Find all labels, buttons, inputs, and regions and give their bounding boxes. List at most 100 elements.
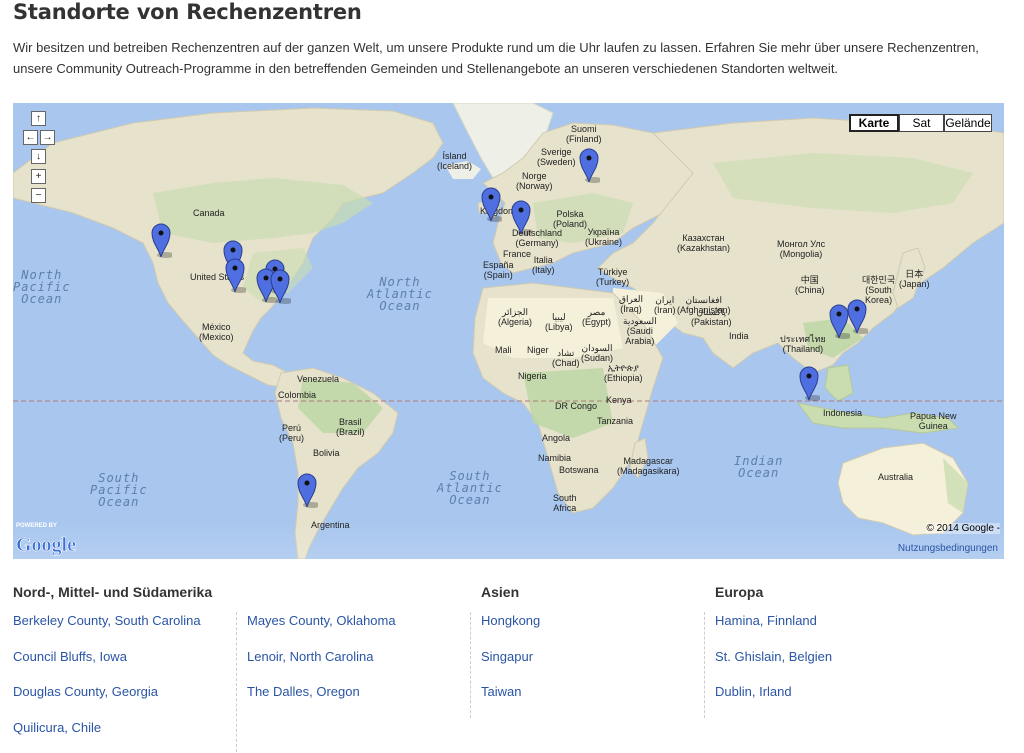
europe-column: Hamina, Finnland St. Ghislain, Belgien D… bbox=[715, 610, 832, 717]
label-chad: تشاد (Chad) bbox=[552, 348, 580, 368]
label-papua: Papua New Guinea bbox=[910, 411, 957, 431]
location-link[interactable]: Hamina, Finnland bbox=[715, 610, 832, 646]
column-divider bbox=[470, 612, 471, 718]
location-link[interactable]: Council Bluffs, Iowa bbox=[13, 646, 201, 682]
location-link[interactable]: Taiwan bbox=[481, 681, 540, 717]
map-marker[interactable] bbox=[150, 221, 172, 259]
zoom-out-button[interactable]: − bbox=[31, 188, 46, 203]
ocean-indian: Indian Ocean bbox=[734, 454, 784, 480]
label-egypt: مصر (Egypt) bbox=[582, 307, 612, 327]
map-marker[interactable] bbox=[798, 364, 820, 402]
label-argentina: Argentina bbox=[311, 520, 350, 530]
location-link[interactable]: Quilicura, Chile bbox=[13, 717, 201, 753]
label-mongolia: Монгол Улс (Mongolia) bbox=[777, 239, 826, 259]
label-botswana: Botswana bbox=[559, 465, 599, 475]
label-colombia: Colombia bbox=[278, 390, 317, 400]
location-link[interactable]: Dublin, Irland bbox=[715, 681, 832, 717]
location-link[interactable]: Singapur bbox=[481, 646, 540, 682]
label-angola: Angola bbox=[542, 433, 571, 443]
svg-text:Google: Google bbox=[16, 534, 76, 556]
label-iran: ایران (Iran) bbox=[654, 295, 676, 315]
label-polska: Polska (Poland) bbox=[553, 209, 588, 229]
location-link[interactable]: Mayes County, Oklahoma bbox=[247, 610, 396, 646]
map-marker[interactable] bbox=[846, 297, 868, 335]
page-title: Standorte von Rechenzentren bbox=[13, 0, 362, 24]
label-venezuela: Venezuela bbox=[297, 374, 340, 384]
map-marker[interactable] bbox=[578, 146, 600, 184]
map-marker[interactable] bbox=[224, 256, 246, 294]
label-iraq: العراق (Iraq) bbox=[619, 294, 644, 314]
map-marker[interactable] bbox=[269, 267, 291, 305]
pan-down-button[interactable]: ↓ bbox=[31, 149, 46, 164]
ocean-south-pacific: South Pacific Ocean bbox=[90, 471, 148, 509]
pan-up-button[interactable]: ↑ bbox=[31, 111, 46, 126]
pan-left-button[interactable]: ← bbox=[23, 130, 38, 145]
label-kazakhstan: Казахстан (Kazakhstan) bbox=[677, 233, 731, 253]
location-link[interactable]: Douglas County, Georgia bbox=[13, 681, 201, 717]
world-map[interactable]: Suomi (Finland) Sverige (Sweden) Norge (… bbox=[13, 103, 1004, 559]
ocean-north-atlantic: North Atlantic Ocean bbox=[367, 275, 433, 313]
label-india: India bbox=[729, 331, 749, 341]
map-marker[interactable] bbox=[480, 185, 502, 223]
location-link[interactable]: Hongkong bbox=[481, 610, 540, 646]
label-canada: Canada bbox=[193, 208, 225, 218]
location-link[interactable]: Berkeley County, South Carolina bbox=[13, 610, 201, 646]
label-thailand: ประเทศไทย (Thailand) bbox=[780, 334, 826, 354]
label-mexico: México (Mexico) bbox=[199, 322, 234, 342]
intro-text: Wir besitzen und betreiben Rechenzentren… bbox=[13, 40, 979, 76]
label-namibia: Namibia bbox=[538, 453, 572, 463]
location-link[interactable]: St. Ghislain, Belgien bbox=[715, 646, 832, 682]
column-divider bbox=[704, 612, 705, 718]
region-heading-americas: Nord-, Mittel- und Südamerika bbox=[13, 584, 213, 600]
label-saudi: السعودية (Saudi Arabia) bbox=[623, 316, 657, 346]
label-indonesia: Indonesia bbox=[823, 408, 863, 418]
google-logo: Google bbox=[16, 534, 77, 557]
label-ukraina: Україна (Ukraine) bbox=[585, 227, 623, 247]
maptype-sat-button[interactable]: Sat bbox=[899, 114, 944, 132]
maptype-karte-button[interactable]: Karte bbox=[849, 114, 899, 132]
label-espana: España (Spain) bbox=[483, 260, 514, 280]
label-bolivia: Bolivia bbox=[313, 448, 340, 458]
terms-link[interactable]: Nutzungsbedingungen bbox=[898, 543, 998, 554]
ocean-north-pacific: North Pacific Ocean bbox=[13, 268, 71, 306]
label-suomi: Suomi (Finland) bbox=[566, 124, 602, 144]
label-mali: Mali bbox=[495, 345, 512, 355]
region-heading-europe: Europa bbox=[715, 584, 764, 600]
americas-column-1: Berkeley County, South Carolina Council … bbox=[13, 610, 201, 752]
label-japan: 日本 (Japan) bbox=[899, 269, 930, 289]
location-link[interactable]: Lenoir, North Carolina bbox=[247, 646, 396, 682]
maptype-gelaende-button[interactable]: Gelände bbox=[944, 114, 992, 132]
label-brasil: Brasil (Brazil) bbox=[336, 417, 365, 437]
label-madagascar: Madagascar (Madagasikara) bbox=[617, 456, 680, 476]
column-divider bbox=[236, 612, 237, 752]
label-australia: Australia bbox=[878, 472, 914, 482]
label-algeria: الجزائر (Algeria) bbox=[498, 307, 533, 327]
label-nigeria: Nigeria bbox=[518, 371, 547, 381]
label-ethiopia: ኢትዮጵያ (Ethiopia) bbox=[604, 363, 643, 383]
label-china: 中国 (China) bbox=[795, 275, 825, 295]
region-heading-asia: Asien bbox=[481, 584, 520, 600]
label-sudan: السودان (Sudan) bbox=[581, 343, 614, 363]
label-peru: Perú (Peru) bbox=[279, 423, 305, 443]
label-tanzania: Tanzania bbox=[597, 416, 634, 426]
copyright-text: © 2014 Google - bbox=[926, 523, 1000, 534]
asia-column: Hongkong Singapur Taiwan bbox=[481, 610, 540, 717]
label-libya: ليبيا (Libya) bbox=[545, 312, 573, 332]
map-marker[interactable] bbox=[510, 198, 532, 236]
map-marker[interactable] bbox=[296, 471, 318, 509]
pan-right-button[interactable]: → bbox=[40, 130, 55, 145]
label-sverige: Sverige (Sweden) bbox=[537, 147, 576, 167]
label-drcongo: DR Congo bbox=[555, 401, 598, 411]
ocean-south-atlantic: South Atlantic Ocean bbox=[437, 469, 503, 507]
label-niger: Niger bbox=[527, 345, 549, 355]
label-southafrica: South Africa bbox=[553, 493, 577, 513]
label-kenya: Kenya bbox=[606, 395, 632, 405]
americas-column-2: Mayes County, Oklahoma Lenoir, North Car… bbox=[247, 610, 396, 717]
label-pakistan: پاکستان (Pakistan) bbox=[691, 307, 732, 327]
label-france: France bbox=[503, 249, 532, 259]
label-island: Ísland (Iceland) bbox=[437, 151, 473, 171]
zoom-in-button[interactable]: + bbox=[31, 169, 46, 184]
label-turkiye: Türkiye (Turkey) bbox=[596, 267, 630, 287]
location-link[interactable]: The Dalles, Oregon bbox=[247, 681, 396, 717]
label-norge: Norge (Norway) bbox=[516, 171, 553, 191]
